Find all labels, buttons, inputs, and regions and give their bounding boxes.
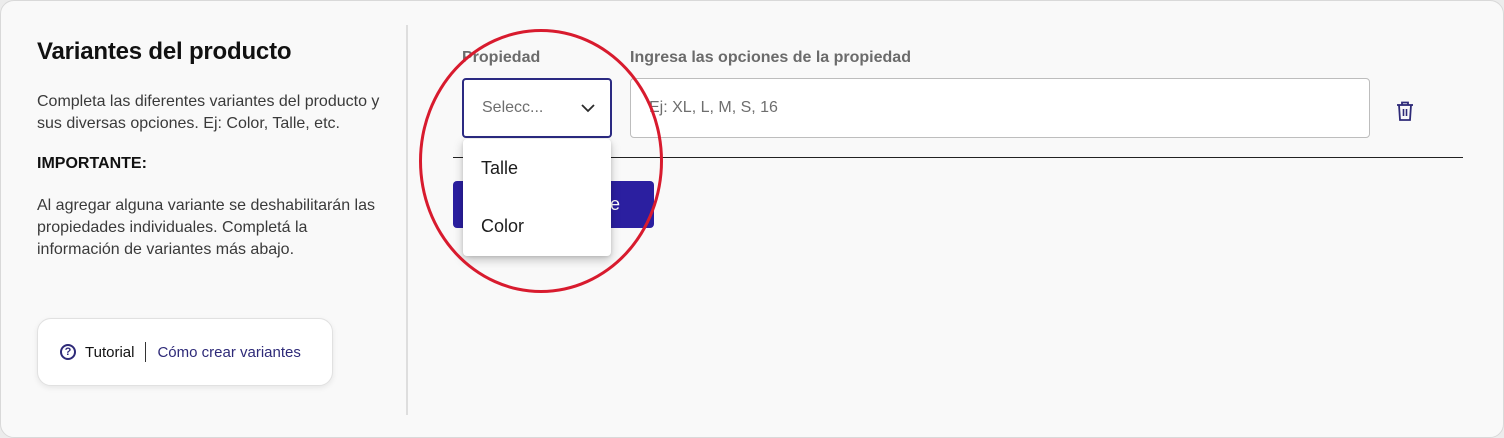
important-label: IMPORTANTE: — [37, 155, 147, 172]
tutorial-link[interactable]: Cómo crear variantes — [157, 344, 300, 361]
property-dropdown-menu: Talle Color — [463, 139, 611, 256]
property-options-input[interactable] — [630, 78, 1370, 138]
product-variants-card: Variantes del producto Completa las dife… — [0, 0, 1504, 438]
dropdown-option-talle[interactable]: Talle — [463, 139, 611, 197]
property-select[interactable]: Selecc... — [462, 78, 612, 138]
important-note: Al agregar alguna variante se deshabilit… — [37, 197, 375, 258]
chevron-down-icon — [581, 104, 595, 113]
column-divider — [406, 25, 408, 415]
property-label: Propiedad — [462, 49, 541, 66]
section-title: Variantes del producto — [37, 38, 292, 65]
section-description: Completa las diferentes variantes del pr… — [37, 93, 380, 132]
trash-icon[interactable] — [1395, 100, 1415, 122]
dropdown-option-color[interactable]: Color — [463, 197, 611, 255]
tutorial-box: ? Tutorial Cómo crear variantes — [37, 318, 333, 386]
tutorial-separator — [145, 342, 147, 362]
tutorial-label: Tutorial — [85, 343, 135, 361]
question-circle-icon: ? — [60, 344, 76, 360]
options-label: Ingresa las opciones de la propiedad — [630, 49, 911, 66]
property-select-value: Selecc... — [482, 99, 544, 116]
variants-info-panel: Variantes del producto Completa las dife… — [37, 37, 387, 261]
